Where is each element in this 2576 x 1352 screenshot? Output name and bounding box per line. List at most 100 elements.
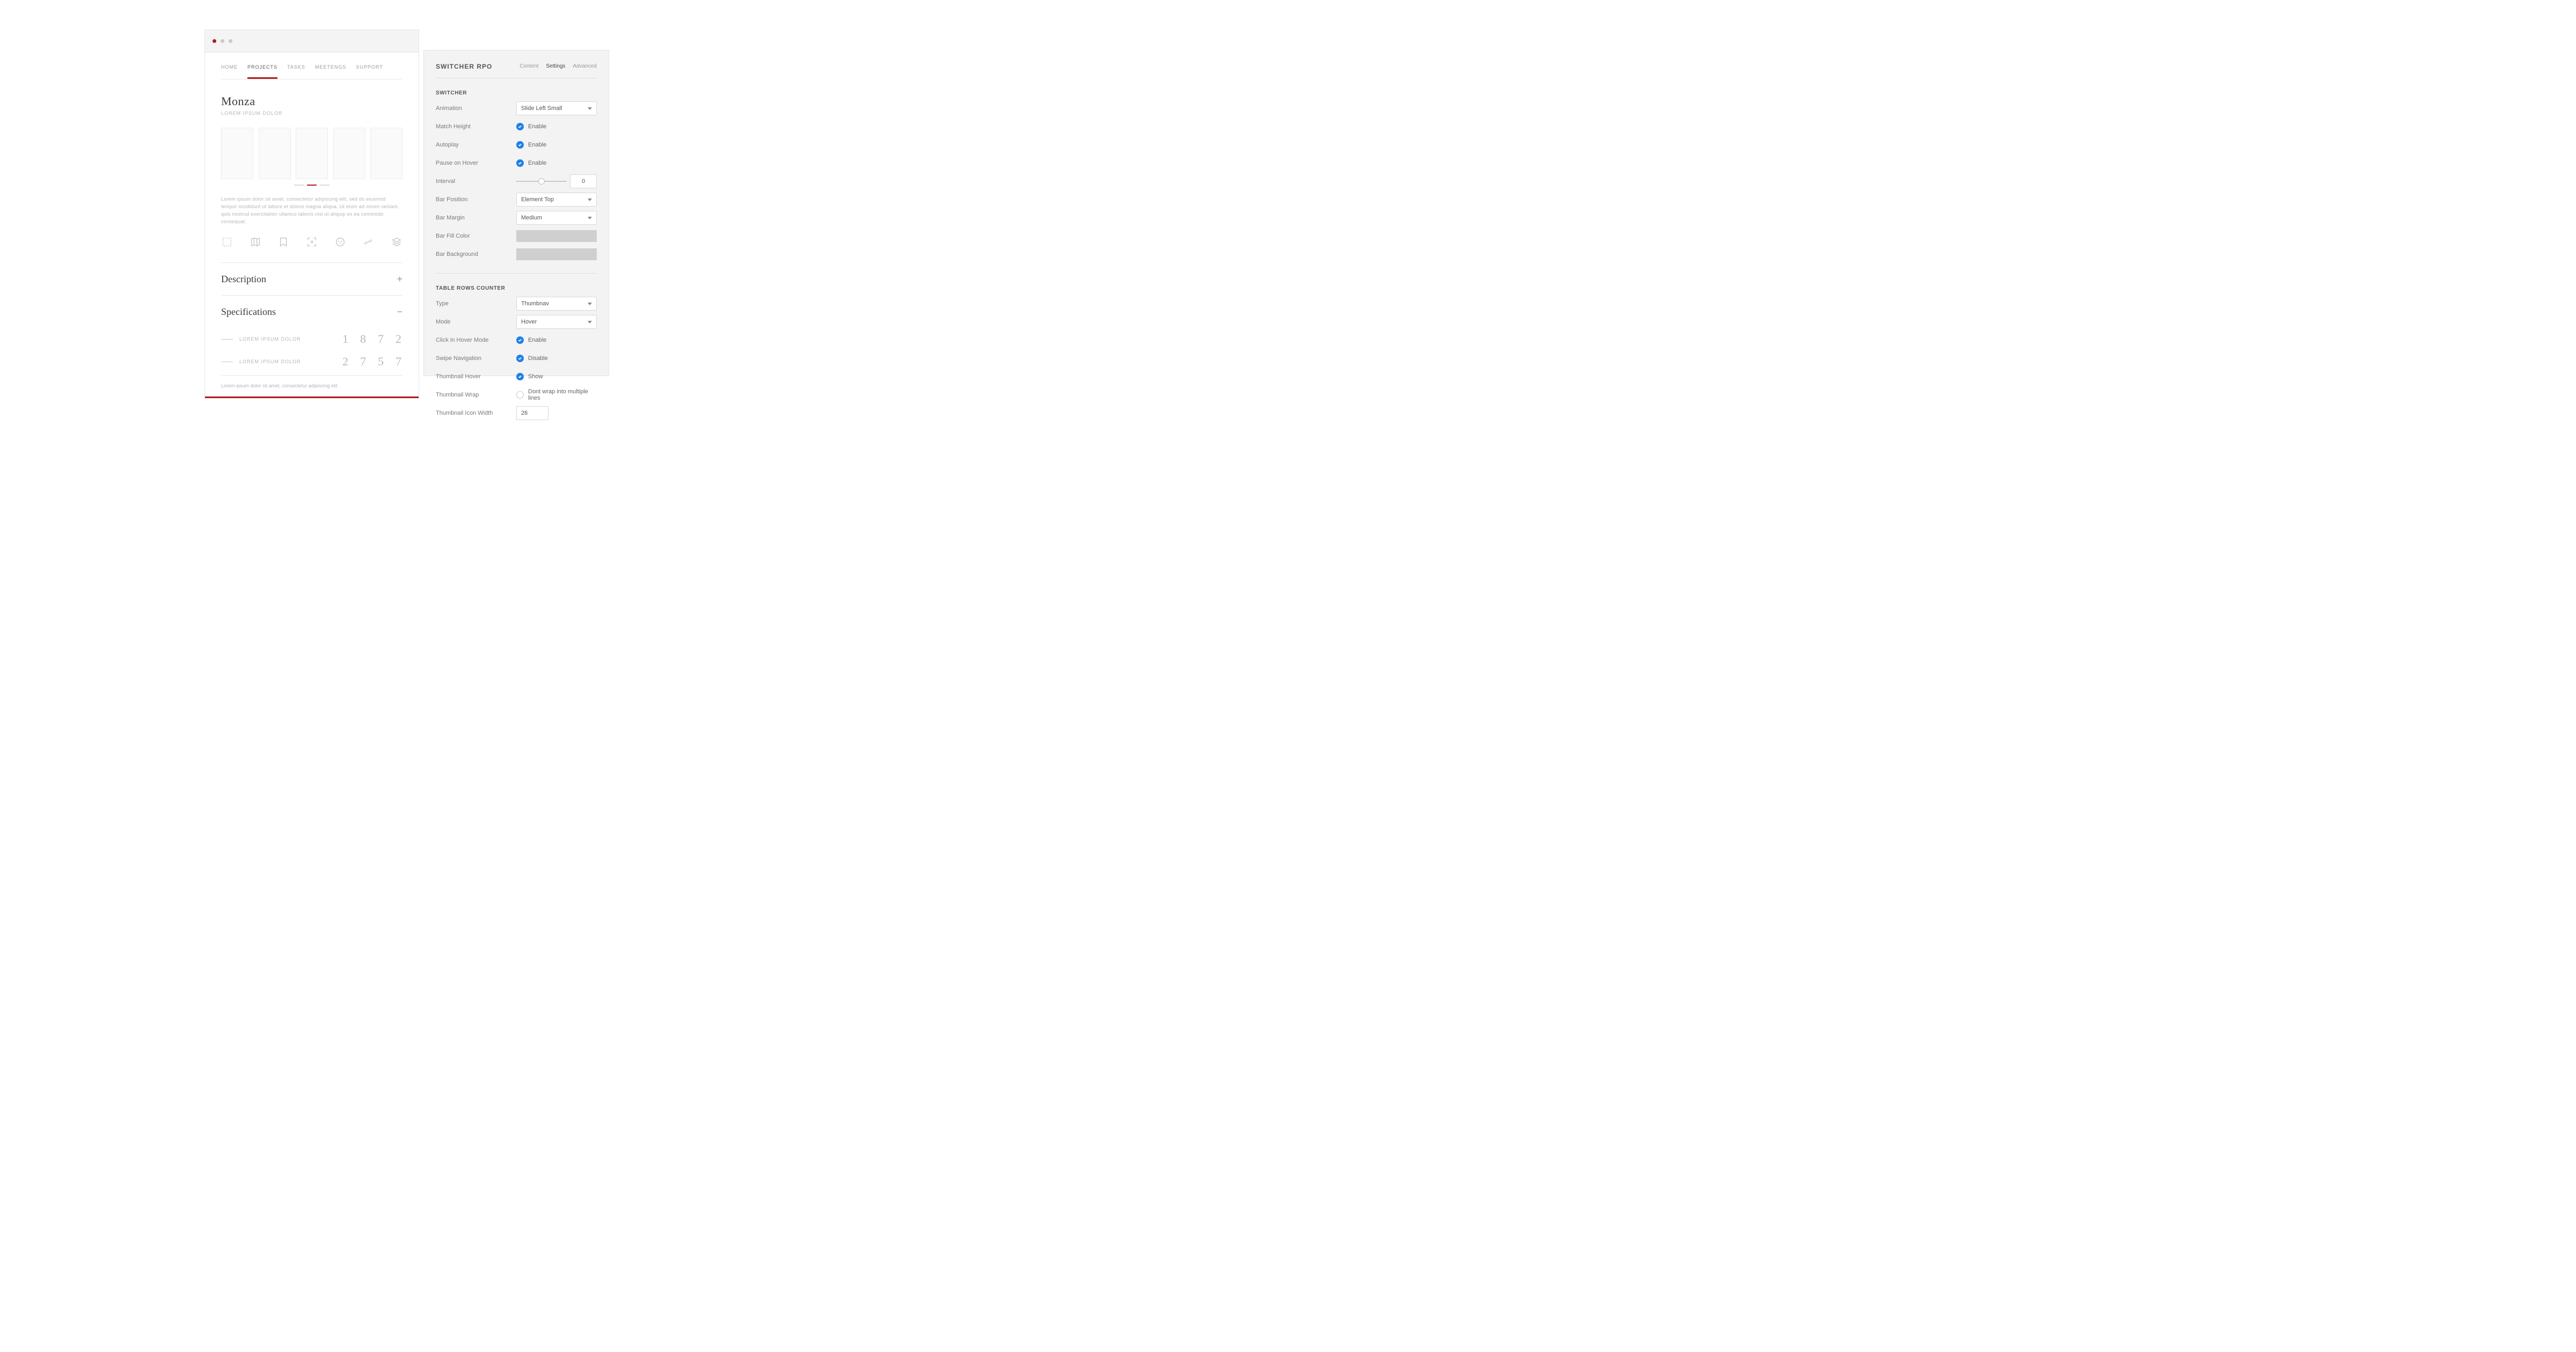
panel-tabs: Content Settings Advanced bbox=[519, 63, 597, 69]
main-nav: HOME PROJECTS TASKS MEETENGS SUPPORT bbox=[221, 64, 402, 79]
label-pause-hover: Pause on Hover bbox=[436, 160, 516, 166]
thumbnail[interactable] bbox=[333, 128, 365, 179]
panel-title: SWITCHER RPO bbox=[436, 63, 492, 70]
focus-icon[interactable] bbox=[306, 236, 318, 251]
footnote: Lorem ipsum dolor sit amet, consectetur … bbox=[221, 383, 402, 388]
main-window: HOME PROJECTS TASKS MEETENGS SUPPORT Mon… bbox=[204, 30, 419, 399]
description-paragraph: Lorem ipsum dolor sit amet, consectetur … bbox=[221, 195, 402, 225]
label-thumb-hover: Thumbnail Hover bbox=[436, 373, 516, 380]
spec-digit: 2 bbox=[396, 332, 402, 346]
tab-settings[interactable]: Settings bbox=[546, 63, 565, 69]
nav-support[interactable]: SUPPORT bbox=[356, 64, 383, 79]
traffic-light-min[interactable] bbox=[221, 39, 224, 43]
spec-digit: 7 bbox=[378, 332, 385, 346]
checkbox-label: Enable bbox=[528, 160, 546, 166]
section-switcher: SWITCHER bbox=[436, 90, 597, 96]
spec-label: LOREM IPSUM DOLOR bbox=[239, 336, 301, 342]
select-animation[interactable]: Slide Left Small bbox=[516, 101, 597, 115]
label-click-hover: Click in Hover Mode bbox=[436, 337, 516, 343]
input-interval[interactable]: 0 bbox=[570, 174, 597, 188]
checkbox-label: Dont wrap into multiple lines bbox=[528, 388, 597, 401]
thumbnail[interactable] bbox=[221, 128, 253, 179]
spec-label: LOREM IPSUM DOLOR bbox=[239, 359, 301, 364]
checkbox-match-height[interactable] bbox=[516, 123, 524, 130]
select-type[interactable]: Thumbnav bbox=[516, 297, 597, 311]
label-bar-bg: Bar Background bbox=[436, 251, 516, 258]
spec-digit: 7 bbox=[360, 355, 367, 369]
bookmark-icon[interactable] bbox=[277, 236, 289, 251]
label-mode: Mode bbox=[436, 319, 516, 325]
pager-dot-active[interactable] bbox=[307, 185, 317, 186]
section-counter: TABLE ROWS COUNTER bbox=[436, 285, 597, 291]
chevron-down-icon bbox=[588, 303, 592, 305]
spec-row: LOREM IPSUM DOLOR 2 7 5 7 bbox=[221, 350, 402, 373]
checkbox-autoplay[interactable] bbox=[516, 141, 524, 149]
slider-interval[interactable] bbox=[516, 174, 567, 188]
pager bbox=[221, 185, 402, 186]
spec-digit: 2 bbox=[342, 355, 349, 369]
page-title: Monza bbox=[221, 94, 402, 108]
checkbox-pause-hover[interactable] bbox=[516, 159, 524, 167]
traffic-light-close[interactable] bbox=[213, 39, 216, 43]
thumbnail[interactable] bbox=[370, 128, 402, 179]
checkbox-label: Show bbox=[528, 373, 543, 380]
page-subtitle: LOREM IPSUM DOLOR bbox=[221, 111, 402, 116]
spec-row: LOREM IPSUM DOLOR 1 8 7 2 bbox=[221, 328, 402, 350]
checkbox-thumb-hover[interactable] bbox=[516, 373, 524, 380]
select-bar-position[interactable]: Element Top bbox=[516, 193, 597, 207]
checkbox-label: Enable bbox=[528, 123, 546, 130]
inspector-panel: SWITCHER RPO Content Settings Advanced S… bbox=[423, 50, 609, 376]
label-thumb-width: Thumbnail Icon Width bbox=[436, 410, 516, 416]
checkbox-click-hover[interactable] bbox=[516, 336, 524, 344]
label-autoplay: Autoplay bbox=[436, 142, 516, 148]
label-bar-margin: Bar Margin bbox=[436, 215, 516, 221]
layers-icon[interactable] bbox=[391, 236, 402, 251]
divider bbox=[436, 273, 597, 274]
input-thumb-width[interactable]: 26 bbox=[516, 406, 548, 420]
nav-tasks[interactable]: TASKS bbox=[287, 64, 305, 79]
label-match-height: Match Height bbox=[436, 123, 516, 130]
chevron-down-icon bbox=[588, 107, 592, 110]
selection-icon[interactable] bbox=[221, 236, 233, 251]
accordion-description[interactable]: Description + bbox=[221, 263, 402, 295]
checkbox-label: Enable bbox=[528, 142, 546, 148]
window-titlebar bbox=[205, 30, 419, 53]
label-animation: Animation bbox=[436, 105, 516, 112]
tool-icon-row bbox=[221, 236, 402, 251]
tab-content[interactable]: Content bbox=[519, 63, 538, 69]
label-type: Type bbox=[436, 300, 516, 307]
chevron-down-icon bbox=[588, 217, 592, 219]
nav-projects[interactable]: PROJECTS bbox=[247, 64, 277, 79]
checkbox-label: Enable bbox=[528, 337, 546, 343]
label-swipe: Swipe Navigation bbox=[436, 355, 516, 362]
select-mode[interactable]: Hover bbox=[516, 315, 597, 329]
pager-dot[interactable] bbox=[320, 185, 330, 186]
spec-digit: 5 bbox=[378, 355, 385, 369]
divider bbox=[221, 375, 402, 376]
label-bar-fill: Bar Fill Color bbox=[436, 233, 516, 239]
accordion-specifications[interactable]: Specifications − bbox=[221, 296, 402, 328]
spec-digit: 8 bbox=[360, 332, 367, 346]
minus-icon: − bbox=[397, 306, 402, 318]
nav-home[interactable]: HOME bbox=[221, 64, 238, 79]
select-bar-margin[interactable]: Medium bbox=[516, 211, 597, 225]
chevron-down-icon bbox=[588, 321, 592, 324]
traffic-light-max[interactable] bbox=[229, 39, 232, 43]
checkbox-label: Disable bbox=[528, 355, 548, 362]
tab-advanced[interactable]: Advanced bbox=[573, 63, 597, 69]
chevron-down-icon bbox=[588, 199, 592, 201]
nav-meetings[interactable]: MEETENGS bbox=[315, 64, 347, 79]
spec-digit: 1 bbox=[342, 332, 349, 346]
thumbnail[interactable] bbox=[259, 128, 291, 179]
map-icon[interactable] bbox=[250, 236, 261, 251]
color-bar-fill[interactable] bbox=[516, 230, 597, 242]
checkbox-swipe[interactable] bbox=[516, 355, 524, 362]
accordion-label: Specifications bbox=[221, 306, 276, 318]
color-bar-bg[interactable] bbox=[516, 248, 597, 260]
thumbnail[interactable] bbox=[296, 128, 328, 179]
checkbox-thumb-wrap[interactable] bbox=[516, 391, 524, 399]
face-icon[interactable] bbox=[334, 236, 346, 251]
pager-dot[interactable] bbox=[294, 185, 304, 186]
plus-icon: + bbox=[397, 274, 402, 285]
link-icon[interactable] bbox=[362, 236, 374, 251]
